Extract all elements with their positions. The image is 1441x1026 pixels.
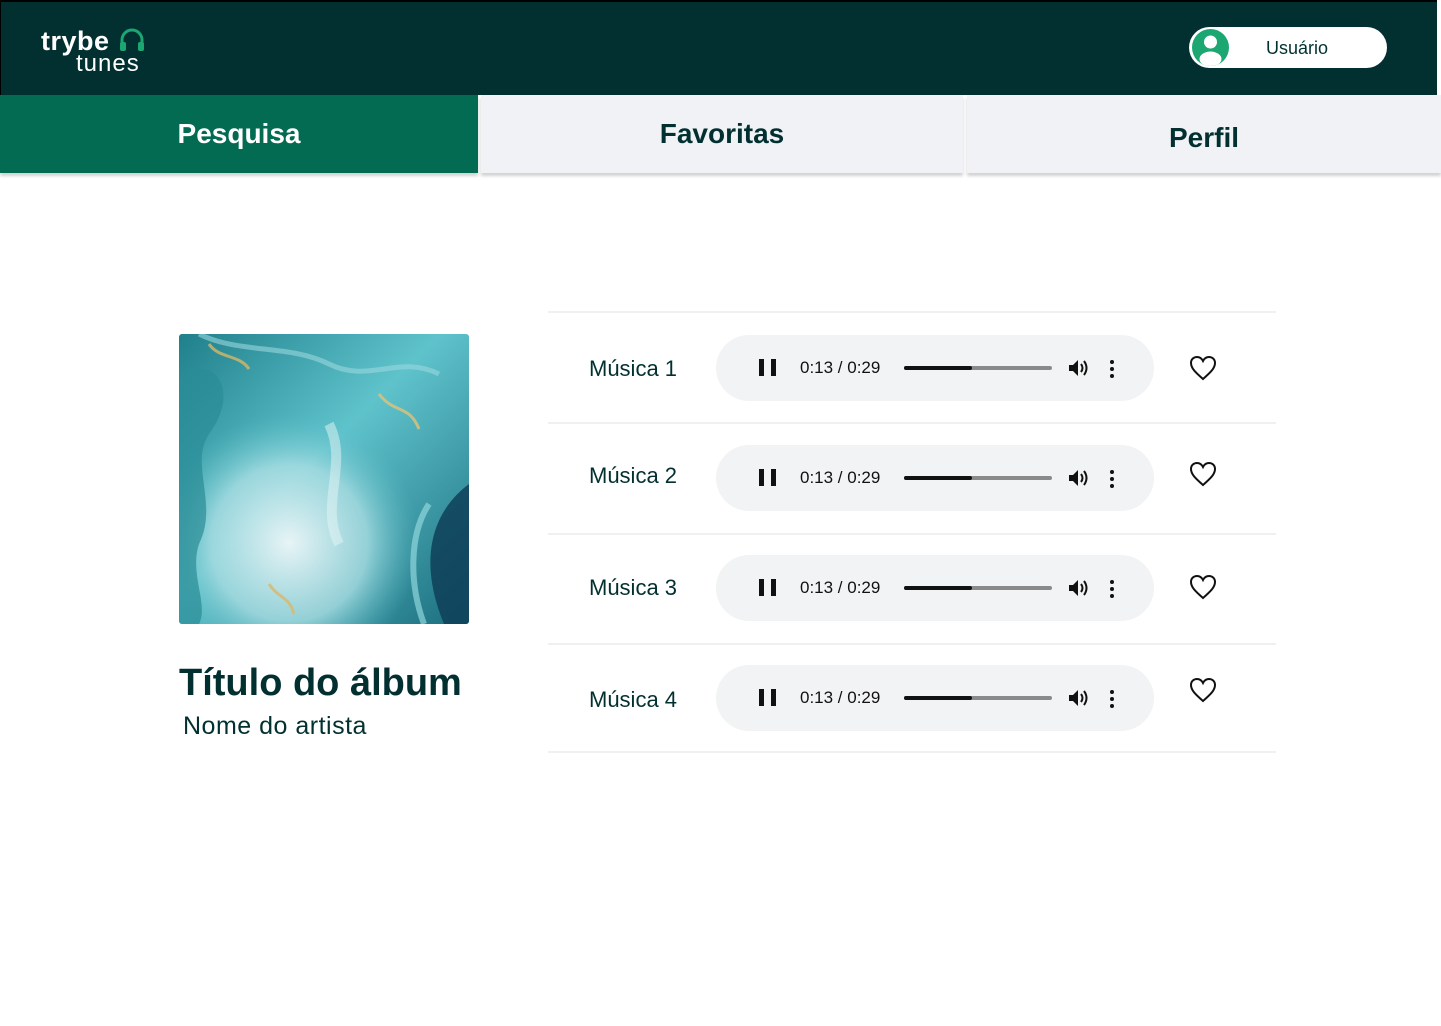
track-row: Música 1 0:13 / 0:29 — [548, 313, 1276, 423]
album-cover-image — [179, 334, 469, 624]
pause-icon[interactable] — [758, 579, 778, 597]
logo-text-tunes: tunes — [76, 50, 140, 77]
pause-icon[interactable] — [758, 689, 778, 707]
navigation-tabs: Pesquisa Favoritas Perfil — [0, 95, 1441, 175]
user-profile-button[interactable]: Usuário — [1189, 27, 1387, 68]
app-header: trybe tunes Usuário — [0, 0, 1437, 95]
progress-fill — [904, 696, 973, 700]
volume-icon[interactable] — [1068, 578, 1090, 598]
pause-icon[interactable] — [758, 469, 778, 487]
volume-icon[interactable] — [1068, 358, 1090, 378]
headphones-icon — [120, 28, 144, 51]
track-time: 0:13 / 0:29 — [800, 358, 881, 377]
track-time: 0:13 / 0:29 — [800, 578, 881, 597]
track-name: Música 4 — [589, 687, 678, 712]
more-vertical-icon[interactable] — [1109, 469, 1115, 489]
track-row: Música 4 0:13 / 0:29 — [548, 645, 1276, 755]
track-name: Música 2 — [589, 463, 678, 488]
divider — [548, 751, 1276, 753]
progress-fill — [904, 366, 973, 370]
track-row: Música 3 0:13 / 0:29 — [548, 535, 1276, 645]
heart-outline-icon[interactable] — [1189, 355, 1217, 381]
audio-player: 0:13 / 0:29 — [716, 665, 1154, 731]
tab-label: Pesquisa — [177, 118, 301, 149]
album-artist: Nome do artista — [183, 712, 367, 740]
album-title: Título do álbum — [179, 662, 462, 704]
user-avatar-icon — [1192, 29, 1229, 66]
audio-player: 0:13 / 0:29 — [716, 335, 1154, 401]
tab-perfil[interactable]: Perfil — [967, 95, 1441, 173]
track-time: 0:13 / 0:29 — [800, 688, 881, 707]
track-time: 0:13 / 0:29 — [800, 468, 881, 487]
heart-outline-icon[interactable] — [1189, 574, 1217, 600]
heart-outline-icon[interactable] — [1189, 461, 1217, 487]
tab-pesquisa[interactable]: Pesquisa — [0, 95, 478, 173]
more-vertical-icon[interactable] — [1109, 689, 1115, 709]
track-name: Música 1 — [589, 356, 678, 381]
track-name: Música 3 — [589, 575, 678, 600]
progress-slider[interactable] — [904, 696, 1052, 700]
progress-slider[interactable] — [904, 476, 1052, 480]
progress-slider[interactable] — [904, 586, 1052, 590]
volume-icon[interactable] — [1068, 688, 1090, 708]
progress-slider[interactable] — [904, 366, 1052, 370]
tab-label: Perfil — [1168, 122, 1240, 153]
more-vertical-icon[interactable] — [1109, 359, 1115, 379]
more-vertical-icon[interactable] — [1109, 579, 1115, 599]
heart-outline-icon[interactable] — [1189, 677, 1217, 703]
pause-icon[interactable] — [758, 359, 778, 377]
audio-player: 0:13 / 0:29 — [716, 445, 1154, 511]
progress-fill — [904, 476, 973, 480]
tab-label: Favoritas — [659, 118, 785, 149]
tab-favoritas[interactable]: Favoritas — [481, 95, 963, 173]
user-name: Usuário — [1266, 38, 1329, 58]
track-row: Música 2 0:13 / 0:29 — [548, 424, 1276, 534]
audio-player: 0:13 / 0:29 — [716, 555, 1154, 621]
progress-fill — [904, 586, 973, 590]
volume-icon[interactable] — [1068, 468, 1090, 488]
